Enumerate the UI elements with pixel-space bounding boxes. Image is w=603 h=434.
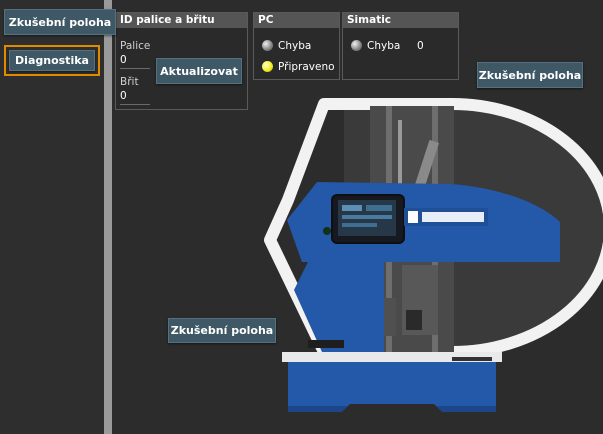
- sidebar-divider: [104, 0, 112, 434]
- main-area: ID palice a břitu Palice 0 Břit 0 Aktual…: [112, 0, 603, 434]
- diagnostics-button[interactable]: Diagnostika: [9, 50, 95, 71]
- sidebar: Zkušební poloha Diagnostika: [0, 0, 116, 434]
- test-position-button-right[interactable]: Zkušební poloha: [477, 62, 583, 88]
- test-position-button-bottom[interactable]: Zkušební poloha: [168, 318, 276, 343]
- diagnostics-button-focus: Diagnostika: [4, 45, 100, 76]
- test-position-button-top[interactable]: Zkušební poloha: [4, 9, 116, 35]
